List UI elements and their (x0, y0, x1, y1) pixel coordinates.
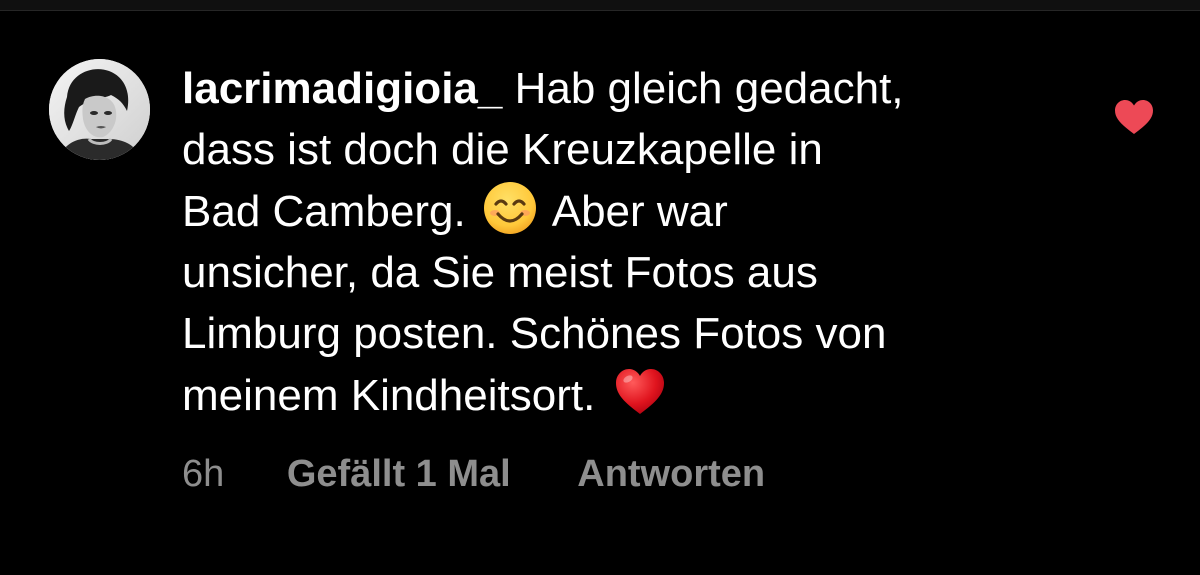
comment-item: lacrimadigioia_ Hab gleich gedacht, dass… (0, 0, 1200, 575)
likes-count-button[interactable]: Gefällt 1 Mal (287, 449, 511, 499)
comment-text: lacrimadigioia_ Hab gleich gedacht, dass… (182, 58, 1062, 426)
comment-username[interactable]: lacrimadigioia_ (182, 64, 502, 113)
red-heart-emoji-icon (612, 364, 668, 420)
like-heart-icon[interactable] (1113, 98, 1155, 136)
avatar[interactable] (49, 59, 150, 160)
smiling-face-emoji-icon (482, 180, 538, 236)
comment-timestamp: 6h (182, 453, 225, 495)
comment-meta: 6h Gefällt 1 Mal Antworten (182, 449, 765, 499)
reply-button[interactable]: Antworten (577, 449, 765, 499)
